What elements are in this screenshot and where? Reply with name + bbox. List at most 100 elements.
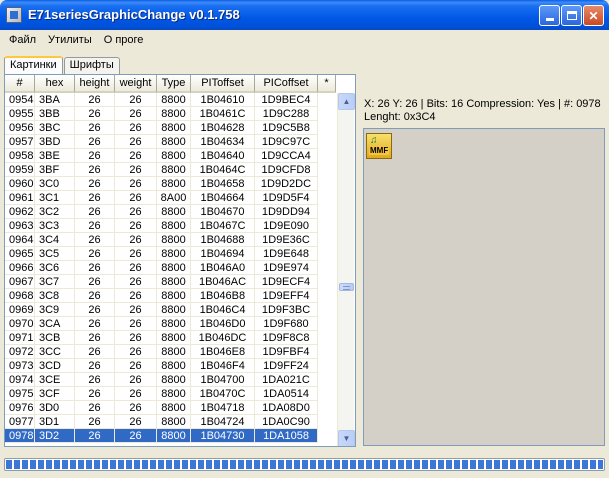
cell-index: 0978 <box>5 429 35 443</box>
table-row[interactable]: 0976 3D0 26 26 8800 1B04718 1DA08D0 <box>5 401 336 415</box>
cell-hex: 3C8 <box>35 289 75 303</box>
cell-type: 8800 <box>157 415 191 429</box>
table-row[interactable]: 0966 3C6 26 26 8800 1B046A0 1D9E974 <box>5 261 336 275</box>
cell-weight: 26 <box>115 163 157 177</box>
column-header-pic-offset[interactable]: PICoffset <box>255 75 318 93</box>
cell-weight: 26 <box>115 247 157 261</box>
column-header-pit-offset[interactable]: PIToffset <box>191 75 255 93</box>
cell-type: 8800 <box>157 163 191 177</box>
cell-height: 26 <box>75 205 115 219</box>
cell-pic-offset: 1D9FF24 <box>255 359 318 373</box>
mmf-file-icon: ♫ MMF <box>366 133 392 159</box>
cell-index: 0973 <box>5 359 35 373</box>
cell-height: 26 <box>75 331 115 345</box>
cell-weight: 26 <box>115 121 157 135</box>
table-row[interactable]: 0959 3BF 26 26 8800 1B0464C 1D9CFD8 <box>5 163 336 177</box>
cell-index: 0970 <box>5 317 35 331</box>
cell-hex: 3BB <box>35 107 75 121</box>
table-header: # hex height weight Type PIToffset PICof… <box>5 75 336 93</box>
column-header-weight[interactable]: weight <box>115 75 157 93</box>
table-row[interactable]: 0970 3CA 26 26 8800 1B046D0 1D9F680 <box>5 317 336 331</box>
scroll-thumb[interactable] <box>339 283 354 291</box>
cell-pic-offset: 1D9D5F4 <box>255 191 318 205</box>
column-header-type[interactable]: Type <box>157 75 191 93</box>
cell-hex: 3CD <box>35 359 75 373</box>
cell-type: 8800 <box>157 93 191 107</box>
cell-height: 26 <box>75 317 115 331</box>
tab-pictures[interactable]: Картинки <box>4 56 63 74</box>
table-row[interactable]: 0972 3CC 26 26 8800 1B046E8 1D9FBF4 <box>5 345 336 359</box>
menu-file[interactable]: Файл <box>3 34 42 46</box>
column-header-index[interactable]: # <box>5 75 35 93</box>
window-title: E71seriesGraphicChange v0.1.758 <box>28 7 240 22</box>
cell-weight: 26 <box>115 205 157 219</box>
cell-pic-offset: 1D9F680 <box>255 317 318 331</box>
cell-type: 8800 <box>157 429 191 443</box>
cell-type: 8800 <box>157 289 191 303</box>
cell-index: 0972 <box>5 345 35 359</box>
cell-weight: 26 <box>115 135 157 149</box>
table-row[interactable]: 0978 3D2 26 26 8800 1B04730 1DA1058 <box>5 429 336 443</box>
scroll-up-icon[interactable]: ▲ <box>338 93 355 110</box>
column-header-hex[interactable]: hex <box>35 75 75 93</box>
maximize-button[interactable] <box>561 5 582 26</box>
menu-bar: Файл Утилиты О проге <box>0 30 609 50</box>
cell-pit-offset: 1B046A0 <box>191 261 255 275</box>
cell-height: 26 <box>75 107 115 121</box>
cell-height: 26 <box>75 149 115 163</box>
table-row[interactable]: 0961 3C1 26 26 8A00 1B04664 1D9D5F4 <box>5 191 336 205</box>
tab-fonts[interactable]: Шрифты <box>63 57 120 74</box>
cell-weight: 26 <box>115 401 157 415</box>
music-note-icon: ♫ <box>370 135 378 146</box>
table-row[interactable]: 0955 3BB 26 26 8800 1B0461C 1D9C288 <box>5 107 336 121</box>
cell-pic-offset: 1D9C5B8 <box>255 121 318 135</box>
menu-utilities[interactable]: Утилиты <box>42 34 98 46</box>
table-row[interactable]: 0973 3CD 26 26 8800 1B046F4 1D9FF24 <box>5 359 336 373</box>
cell-hex: 3C9 <box>35 303 75 317</box>
table-row[interactable]: 0967 3C7 26 26 8800 1B046AC 1D9ECF4 <box>5 275 336 289</box>
menu-about[interactable]: О проге <box>98 34 150 46</box>
cell-pit-offset: 1B04640 <box>191 149 255 163</box>
cell-hex: 3C7 <box>35 275 75 289</box>
table-row[interactable]: 0962 3C2 26 26 8800 1B04670 1D9DD94 <box>5 205 336 219</box>
table-row[interactable]: 0956 3BC 26 26 8800 1B04628 1D9C5B8 <box>5 121 336 135</box>
table-row[interactable]: 0969 3C9 26 26 8800 1B046C4 1D9F3BC <box>5 303 336 317</box>
cell-height: 26 <box>75 275 115 289</box>
cell-type: 8800 <box>157 247 191 261</box>
table-row[interactable]: 0977 3D1 26 26 8800 1B04724 1DA0C90 <box>5 415 336 429</box>
scroll-down-icon[interactable]: ▼ <box>338 430 355 446</box>
cell-weight: 26 <box>115 177 157 191</box>
table-row[interactable]: 0968 3C8 26 26 8800 1B046B8 1D9EFF4 <box>5 289 336 303</box>
cell-hex: 3C6 <box>35 261 75 275</box>
table-row[interactable]: 0974 3CE 26 26 8800 1B04700 1DA021C <box>5 373 336 387</box>
cell-pit-offset: 1B04634 <box>191 135 255 149</box>
vertical-scrollbar[interactable]: ▲ ▼ <box>337 93 355 446</box>
table-row[interactable]: 0958 3BE 26 26 8800 1B04640 1D9CCA4 <box>5 149 336 163</box>
cell-index: 0974 <box>5 373 35 387</box>
progress-fill <box>6 460 603 469</box>
table-row[interactable]: 0965 3C5 26 26 8800 1B04694 1D9E648 <box>5 247 336 261</box>
column-header-extra[interactable]: * <box>318 75 336 93</box>
table-row[interactable]: 0957 3BD 26 26 8800 1B04634 1D9C97C <box>5 135 336 149</box>
cell-pit-offset: 1B04700 <box>191 373 255 387</box>
cell-index: 0961 <box>5 191 35 205</box>
cell-hex: 3BC <box>35 121 75 135</box>
table-row[interactable]: 0971 3CB 26 26 8800 1B046DC 1D9F8C8 <box>5 331 336 345</box>
cell-type: 8800 <box>157 233 191 247</box>
cell-pit-offset: 1B04724 <box>191 415 255 429</box>
table-row[interactable]: 0960 3C0 26 26 8800 1B04658 1D9D2DC <box>5 177 336 191</box>
cell-type: 8800 <box>157 303 191 317</box>
minimize-button[interactable] <box>539 5 560 26</box>
cell-type: 8A00 <box>157 191 191 205</box>
table-row[interactable]: 0954 3BA 26 26 8800 1B04610 1D9BEC4 <box>5 93 336 107</box>
table-row[interactable]: 0964 3C4 26 26 8800 1B04688 1D9E36C <box>5 233 336 247</box>
column-header-height[interactable]: height <box>75 75 115 93</box>
table-row[interactable]: 0975 3CF 26 26 8800 1B0470C 1DA0514 <box>5 387 336 401</box>
table-row[interactable]: 0963 3C3 26 26 8800 1B0467C 1D9E090 <box>5 219 336 233</box>
minimize-icon <box>545 18 554 21</box>
cell-height: 26 <box>75 415 115 429</box>
cell-height: 26 <box>75 387 115 401</box>
cell-weight: 26 <box>115 149 157 163</box>
cell-pic-offset: 1DA08D0 <box>255 401 318 415</box>
close-button[interactable]: ✕ <box>583 5 604 26</box>
